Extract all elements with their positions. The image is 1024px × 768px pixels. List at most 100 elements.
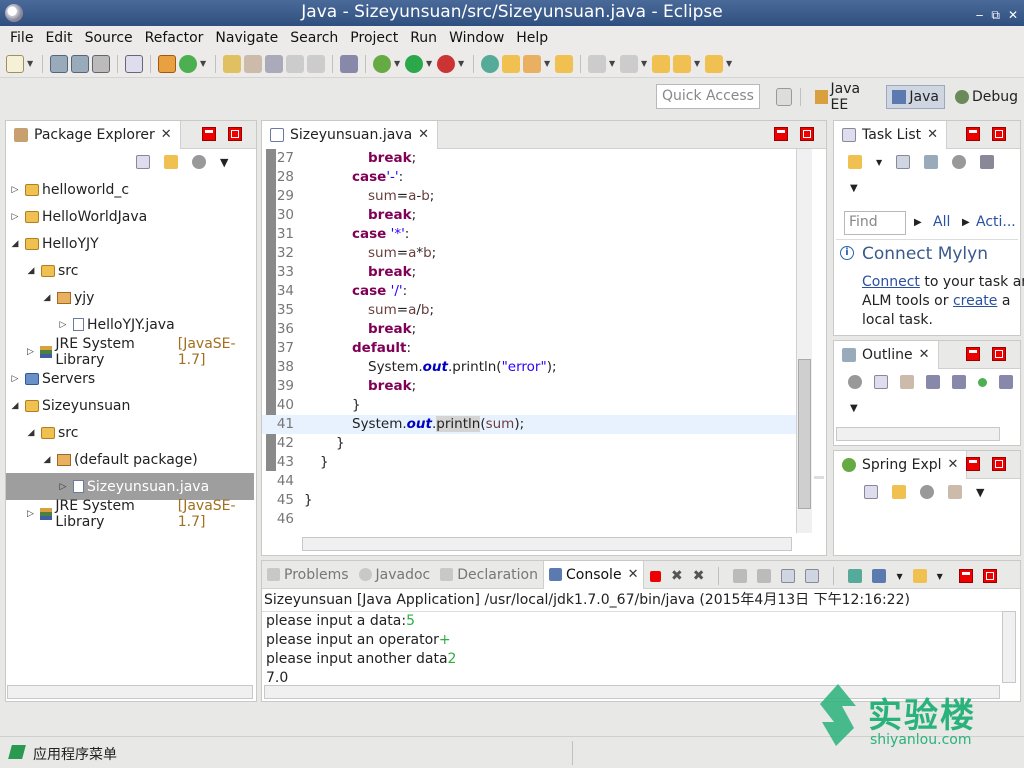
display-console-dropdown-icon[interactable]: ▼ [896,572,902,581]
open-type-icon[interactable] [125,54,143,73]
close-icon[interactable]: ✕ [418,127,429,142]
close-window-icon[interactable]: ✕ [1008,3,1018,28]
save-all-icon[interactable] [71,54,89,73]
perspective-debug[interactable]: Debug [949,85,1024,109]
expand-arrow-icon[interactable]: ▷ [26,509,35,519]
minimize-view-icon[interactable] [966,457,980,471]
menu-refactor[interactable]: Refactor [139,30,210,46]
scrollbar-thumb[interactable] [798,359,811,509]
back-dropdown-icon[interactable]: ▼ [694,59,702,68]
prev-annotation-icon[interactable] [620,54,638,73]
horizontal-scrollbar[interactable] [7,685,253,699]
collapse-arrow-icon[interactable]: ◢ [10,239,20,249]
pin-icon[interactable] [340,54,358,73]
menu-edit[interactable]: Edit [39,30,78,46]
minimize-view-icon[interactable] [202,127,216,141]
external-tools-icon[interactable] [437,54,455,73]
collapse-all-icon[interactable] [864,485,878,499]
debug-dropdown-icon[interactable]: ▼ [394,59,402,68]
close-icon[interactable]: ✕ [628,567,639,582]
open-folder-icon[interactable] [502,54,520,73]
new-dropdown-icon[interactable]: ▼ [27,59,35,68]
code-line[interactable]: 37 default: [262,339,798,358]
app-menu-icon[interactable] [8,745,26,759]
edit-icon[interactable] [244,54,262,73]
expand-arrow-icon[interactable]: ▷ [26,347,35,357]
link-with-editor-icon[interactable] [892,485,906,499]
tab-javadoc[interactable]: Javadoc [354,561,436,589]
maximize-view-icon[interactable] [992,127,1006,141]
open-console-dropdown-icon[interactable]: ▼ [937,572,943,581]
expand-arrow-icon[interactable]: ▷ [10,212,20,222]
tab-task-list[interactable]: Task List ✕ [834,120,948,149]
expand-arrow-icon[interactable]: ▷ [58,320,68,330]
new-icon[interactable] [6,54,24,73]
view-menu-icon[interactable]: ▼ [220,156,228,169]
remove-launch-icon[interactable]: ✖ [671,568,683,584]
window-titlebar[interactable]: Java - Sizeyunsuan/src/Sizeyunsuan.java … [0,0,1024,26]
perspective-java-ee[interactable]: Java EE [809,77,882,117]
menu-source[interactable]: Source [79,30,139,46]
maximize-view-icon[interactable] [992,347,1006,361]
horizontal-scrollbar[interactable] [836,427,1000,441]
server-icon[interactable] [481,54,499,73]
minimize-view-icon[interactable] [958,569,973,583]
new-task-dropdown-icon[interactable]: ▼ [876,158,882,167]
collapse-all-icon[interactable] [136,155,150,169]
minimize-window-icon[interactable]: ‒ [976,3,984,28]
expand-arrow-icon[interactable]: ▷ [58,482,68,492]
collapse-arrow-icon[interactable]: ◢ [42,455,52,465]
tree-item[interactable]: ▷ JRE System Library [JavaSE-1.7] [6,498,254,530]
collapse-all-icon[interactable] [874,375,888,389]
menu-project[interactable]: Project [344,30,404,46]
code-line[interactable]: 42} [262,434,798,453]
view-menu-icon[interactable]: ▼ [976,486,984,499]
collapse-arrow-icon[interactable]: ◢ [26,428,36,438]
close-icon[interactable]: ✕ [948,457,959,472]
tab-outline[interactable]: Outline ✕ [834,340,939,369]
code-line[interactable]: 35 sum=a/b; [262,301,798,320]
clear-console-icon[interactable] [733,569,748,583]
tree-item[interactable]: ▷ Sizeyunsuan.java [6,473,254,500]
menu-window[interactable]: Window [443,30,510,46]
tree-item[interactable]: ◢ (default package) [6,446,254,473]
pin-console-icon[interactable] [848,569,863,583]
scroll-lock-icon[interactable] [757,569,772,583]
code-line[interactable]: 43} [262,453,798,472]
show-on-stderr-icon[interactable] [805,569,820,583]
hide-fields-icon[interactable] [926,375,940,389]
tree-item[interactable]: ▷ Servers [6,365,254,392]
menu-search[interactable]: Search [284,30,344,46]
filter-icon[interactable] [952,155,967,169]
save-icon[interactable] [50,54,68,73]
tree-item[interactable]: ▷ HelloYJY.java [6,311,254,338]
code-line[interactable]: 33 break; [262,263,798,282]
code-line[interactable]: 44 [262,472,798,491]
menu-navigate[interactable]: Navigate [209,30,284,46]
mark-icon[interactable] [265,54,283,73]
menu-help[interactable]: Help [510,30,554,46]
folder-icon[interactable] [555,54,573,73]
new-class-icon[interactable] [179,54,197,73]
maximize-view-icon[interactable] [228,127,242,141]
sort-icon[interactable] [900,375,914,389]
sort-icon[interactable] [948,485,962,499]
show-on-stdout-icon[interactable] [781,569,796,583]
open-perspective-icon[interactable] [776,88,793,106]
tree-item[interactable]: ▷ HelloWorldJava [6,203,254,230]
view-menu-icon[interactable]: ▼ [850,183,858,194]
horizontal-scrollbar[interactable] [302,537,792,551]
maximize-view-icon[interactable] [982,569,997,583]
tree-item[interactable]: ◢ HelloYJY [6,230,254,257]
tree-item[interactable]: ◢ yjy [6,284,254,311]
tree-item[interactable]: ◢ Sizeyunsuan [6,392,254,419]
tree-item[interactable]: ◢ src [6,257,254,284]
display-console-icon[interactable] [872,569,887,583]
code-line[interactable]: 30 break; [262,206,798,225]
code-line[interactable]: 32 sum=a*b; [262,244,798,263]
print-icon[interactable] [92,54,110,73]
last-edit-icon[interactable] [652,54,670,73]
forward-icon[interactable] [705,54,723,73]
code-line[interactable]: 45} [262,491,798,510]
expand-arrow-icon[interactable]: ▷ [10,185,20,195]
